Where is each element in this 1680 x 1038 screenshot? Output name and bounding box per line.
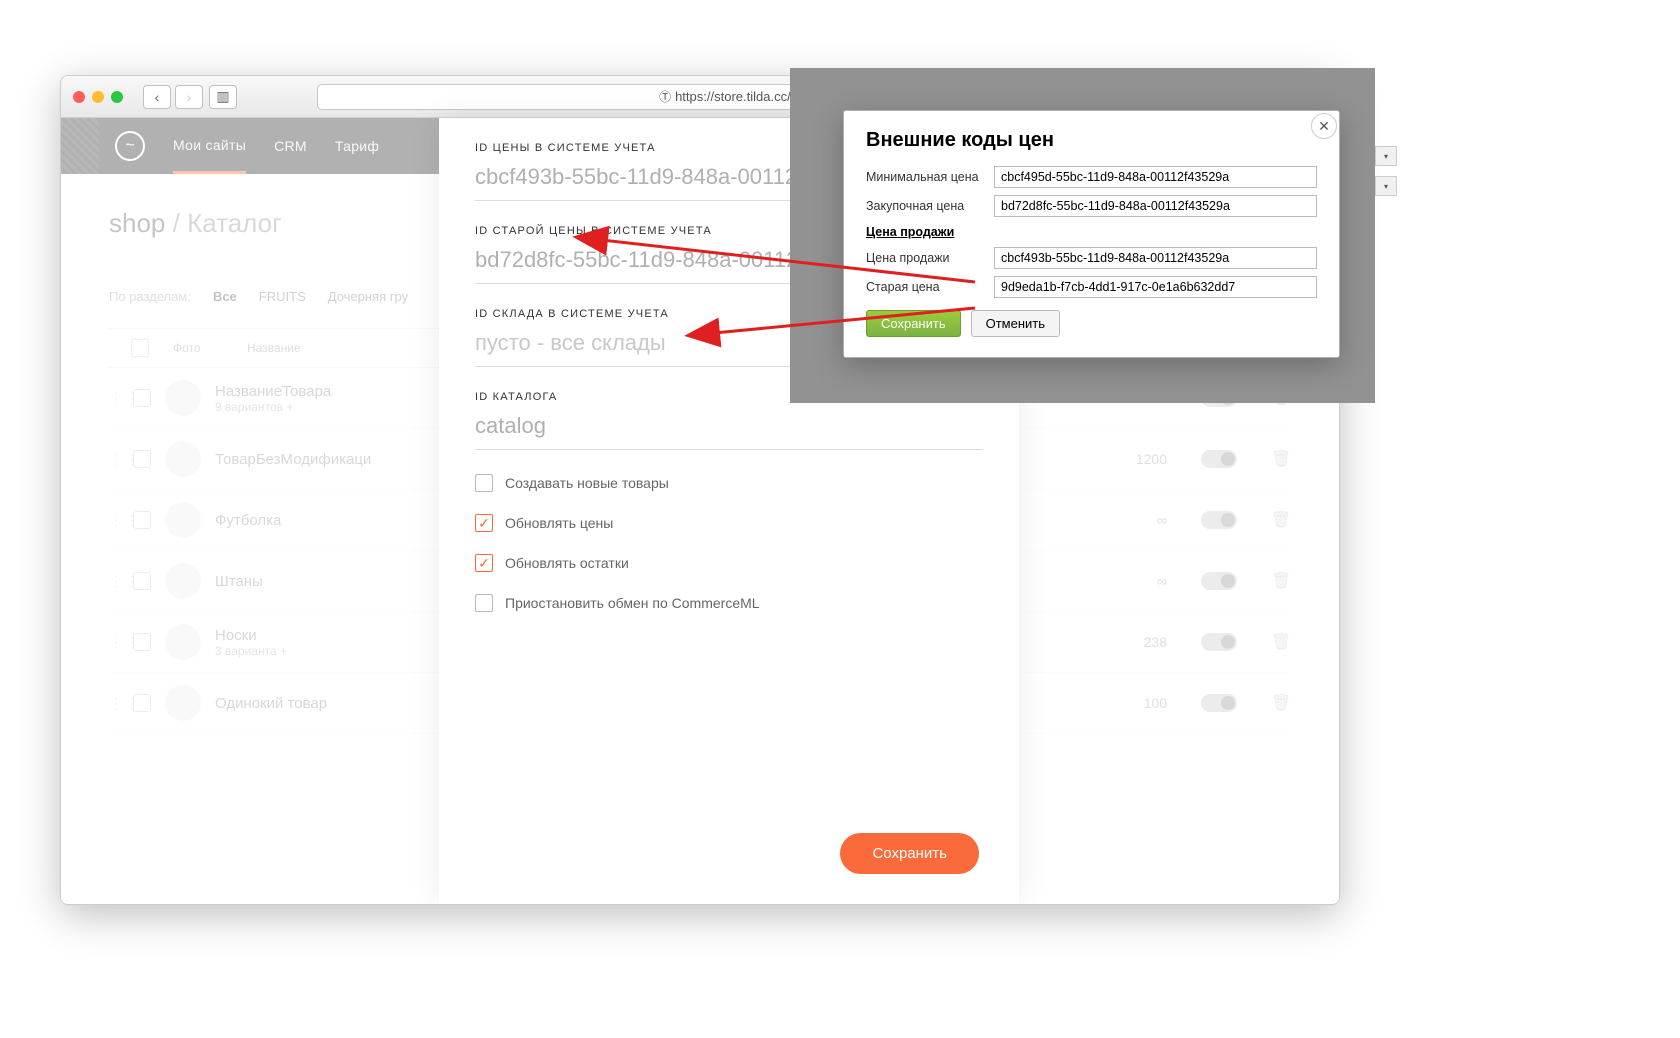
checkbox-icon	[475, 594, 493, 612]
sale-price-label: Цена продажи	[866, 251, 994, 265]
save-settings-button[interactable]: Сохранить	[840, 833, 979, 874]
mini-dropdown-icon[interactable]: ▾	[1375, 146, 1397, 166]
create-products-checkbox-row[interactable]: Создавать новые товары	[475, 474, 983, 492]
forward-button[interactable]: ›	[175, 85, 203, 109]
traffic-lights	[73, 91, 123, 103]
update-stock-checkbox-row[interactable]: ✓ Обновлять остатки	[475, 554, 983, 572]
update-prices-checkbox-row[interactable]: ✓ Обновлять цены	[475, 514, 983, 532]
old-price-input[interactable]	[994, 276, 1317, 298]
mini-dropdown-icon[interactable]: ▾	[1375, 176, 1397, 196]
close-panel-button[interactable]: ✕	[1311, 113, 1337, 139]
external-codes-panel: ✕ Внешние коды цен Минимальная цена Заку…	[843, 110, 1340, 358]
checkbox-icon	[475, 474, 493, 492]
old-price-row: Старая цена	[866, 276, 1317, 298]
purchase-price-row: Закупочная цена	[866, 195, 1317, 217]
lock-icon: Ⓣ	[659, 88, 671, 105]
codes-buttons: Сохранить Отменить	[866, 310, 1317, 337]
maximize-window-icon[interactable]	[111, 91, 123, 103]
catalog-id-input[interactable]	[475, 409, 983, 450]
checkbox-checked-icon: ✓	[475, 554, 493, 572]
purchase-price-input[interactable]	[994, 195, 1317, 217]
checkbox-checked-icon: ✓	[475, 514, 493, 532]
codes-title: Внешние коды цен	[866, 129, 1317, 152]
url-text: https://store.tilda.cc/	[675, 89, 791, 104]
min-price-label: Минимальная цена	[866, 170, 994, 184]
minimize-window-icon[interactable]	[92, 91, 104, 103]
old-price-label: Старая цена	[866, 280, 994, 294]
nav-buttons: ‹ ›	[143, 85, 203, 109]
sidebar-toggle-button[interactable]: ▥	[209, 85, 237, 109]
sale-price-row: Цена продажи	[866, 247, 1317, 269]
purchase-price-label: Закупочная цена	[866, 199, 994, 213]
min-price-row: Минимальная цена	[866, 166, 1317, 188]
min-price-input[interactable]	[994, 166, 1317, 188]
back-button[interactable]: ‹	[143, 85, 171, 109]
codes-cancel-button[interactable]: Отменить	[971, 310, 1060, 337]
codes-save-button[interactable]: Сохранить	[866, 310, 961, 337]
sale-price-input[interactable]	[994, 247, 1317, 269]
pause-exchange-checkbox-row[interactable]: Приостановить обмен по CommerceML	[475, 594, 983, 612]
sale-price-heading: Цена продажи	[866, 225, 1317, 239]
close-window-icon[interactable]	[73, 91, 85, 103]
